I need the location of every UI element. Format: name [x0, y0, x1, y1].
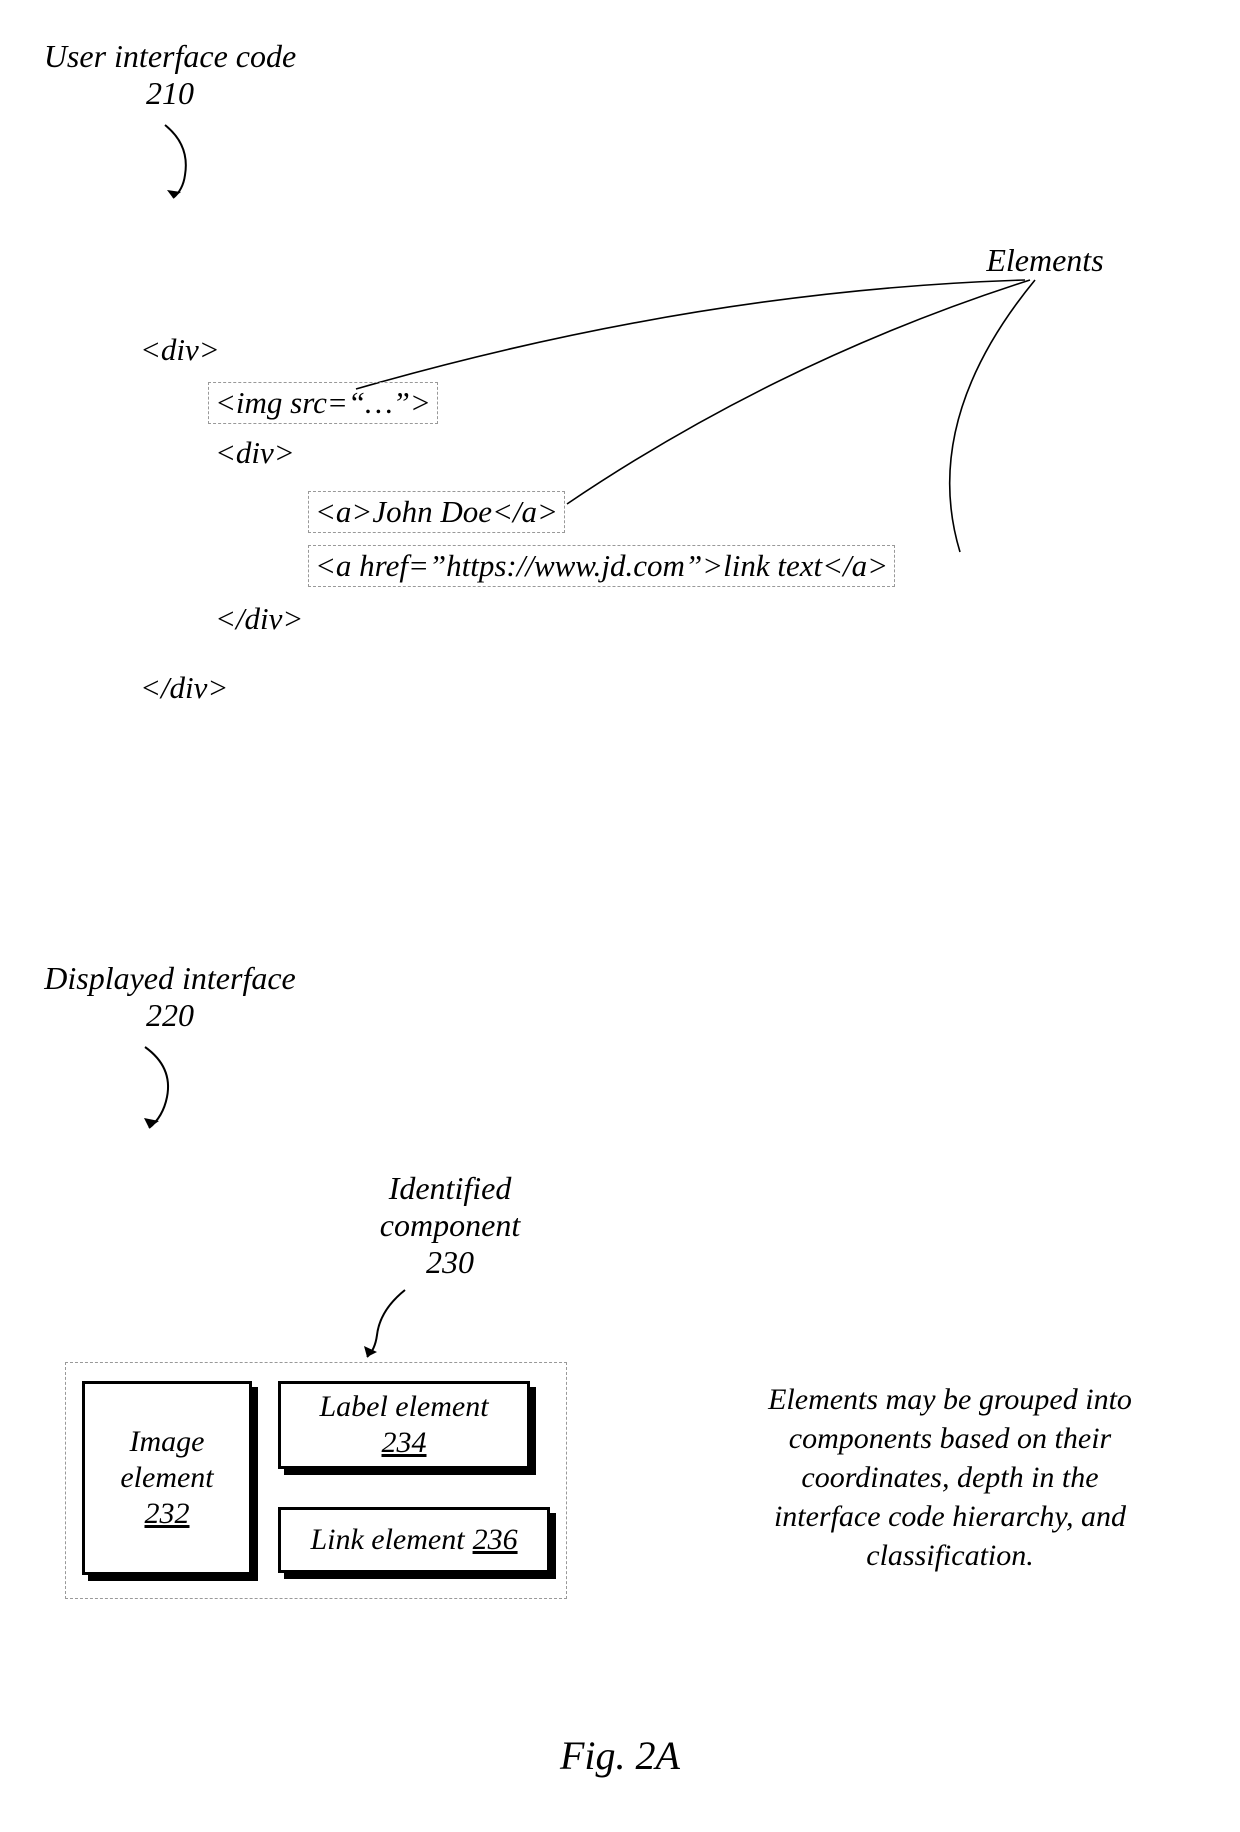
description-text: Elements may be grouped into components … — [680, 1380, 1220, 1575]
figure-caption: Fig. 2A — [0, 1732, 1240, 1779]
code-a1: <a>John Doe</a> — [308, 491, 565, 533]
description-line1: Elements may be grouped into — [680, 1380, 1220, 1419]
code-div2-open: <div> — [215, 435, 295, 471]
link-element-box: Link element 236 — [278, 1507, 550, 1573]
label-element-line1: Label element — [319, 1389, 488, 1425]
code-img: <img src=“…”> — [208, 382, 438, 424]
label-element-num: 234 — [382, 1425, 427, 1461]
identified-component-box: Image element 232 Label element 234 Link… — [65, 1362, 567, 1599]
code-img-wrapper: <img src=“…”> — [208, 382, 438, 424]
description-line2: components based on their — [680, 1419, 1220, 1458]
code-a2-wrapper: <a href=”https://www.jd.com”>link text</… — [308, 545, 895, 587]
link-element-line1: Link element — [310, 1522, 464, 1558]
identified-component-line1: Identified — [340, 1170, 560, 1207]
displayed-interface-num: 220 — [10, 997, 330, 1034]
code-div-close: </div> — [140, 670, 228, 706]
identified-component-line2: component — [340, 1207, 560, 1244]
image-element-line1: Image — [130, 1424, 205, 1460]
code-a1-wrapper: <a>John Doe</a> — [308, 491, 565, 533]
description-line3: coordinates, depth in the — [680, 1458, 1220, 1497]
arrow-220 — [115, 1042, 205, 1142]
description-line4: interface code hierarchy, and — [680, 1497, 1220, 1536]
identified-component-num: 230 — [340, 1244, 560, 1281]
displayed-interface-line1: Displayed interface — [10, 960, 330, 997]
link-element-num: 236 — [473, 1522, 518, 1558]
label-element-box: Label element 234 — [278, 1381, 530, 1469]
code-div2-close: </div> — [215, 601, 303, 637]
code-div-open: <div> — [140, 332, 220, 368]
displayed-interface-label: Displayed interface 220 — [10, 960, 330, 1034]
description-line5: classification. — [680, 1536, 1220, 1575]
code-a2: <a href=”https://www.jd.com”>link text</… — [308, 545, 895, 587]
identified-component-label: Identified component 230 — [340, 1170, 560, 1280]
elements-leader-lines — [0, 0, 1240, 900]
image-element-num: 232 — [145, 1496, 190, 1532]
image-element-box: Image element 232 — [82, 1381, 252, 1575]
image-element-line2: element — [120, 1460, 213, 1496]
